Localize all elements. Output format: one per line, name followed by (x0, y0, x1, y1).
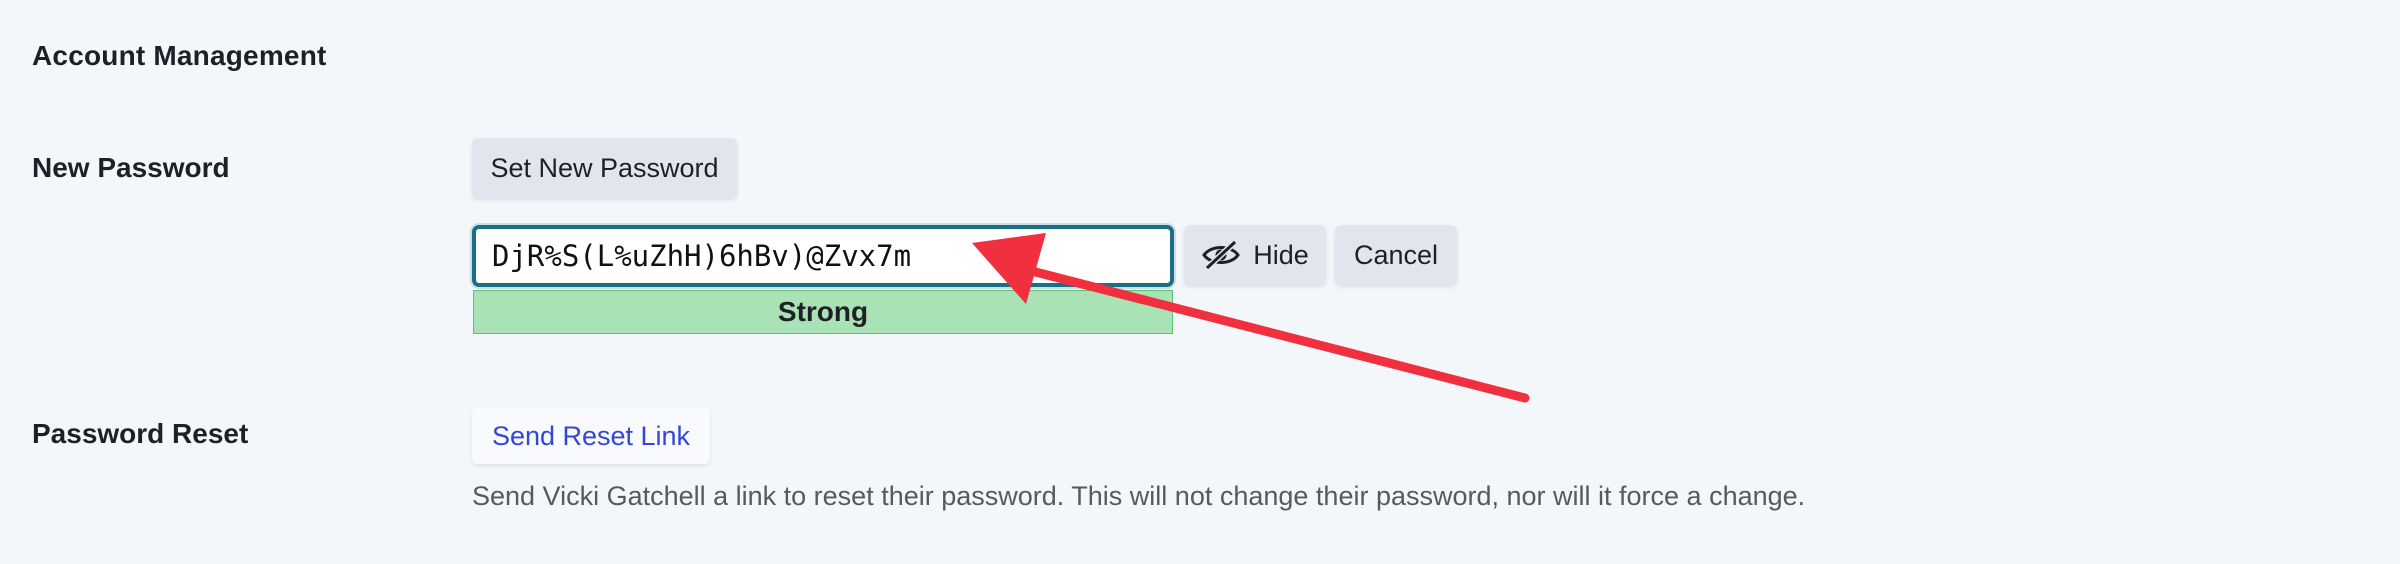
password-reset-help-text: Send Vicki Gatchell a link to reset thei… (472, 481, 1806, 511)
cancel-button[interactable]: Cancel (1335, 225, 1457, 285)
hide-button-label: Hide (1253, 239, 1309, 270)
password-strength-label: Strong (777, 296, 869, 327)
set-new-password-button[interactable]: Set New Password (472, 138, 737, 198)
password-strength-meter: Strong (473, 290, 1173, 334)
new-password-label: New Password (32, 152, 230, 183)
new-password-input[interactable] (472, 225, 1174, 287)
hide-password-button[interactable]: Hide (1184, 225, 1326, 285)
eye-slash-icon (1202, 240, 1241, 270)
send-reset-link-button[interactable]: Send Reset Link (472, 408, 710, 464)
password-reset-label: Password Reset (32, 418, 249, 449)
section-title: Account Management (32, 40, 327, 71)
